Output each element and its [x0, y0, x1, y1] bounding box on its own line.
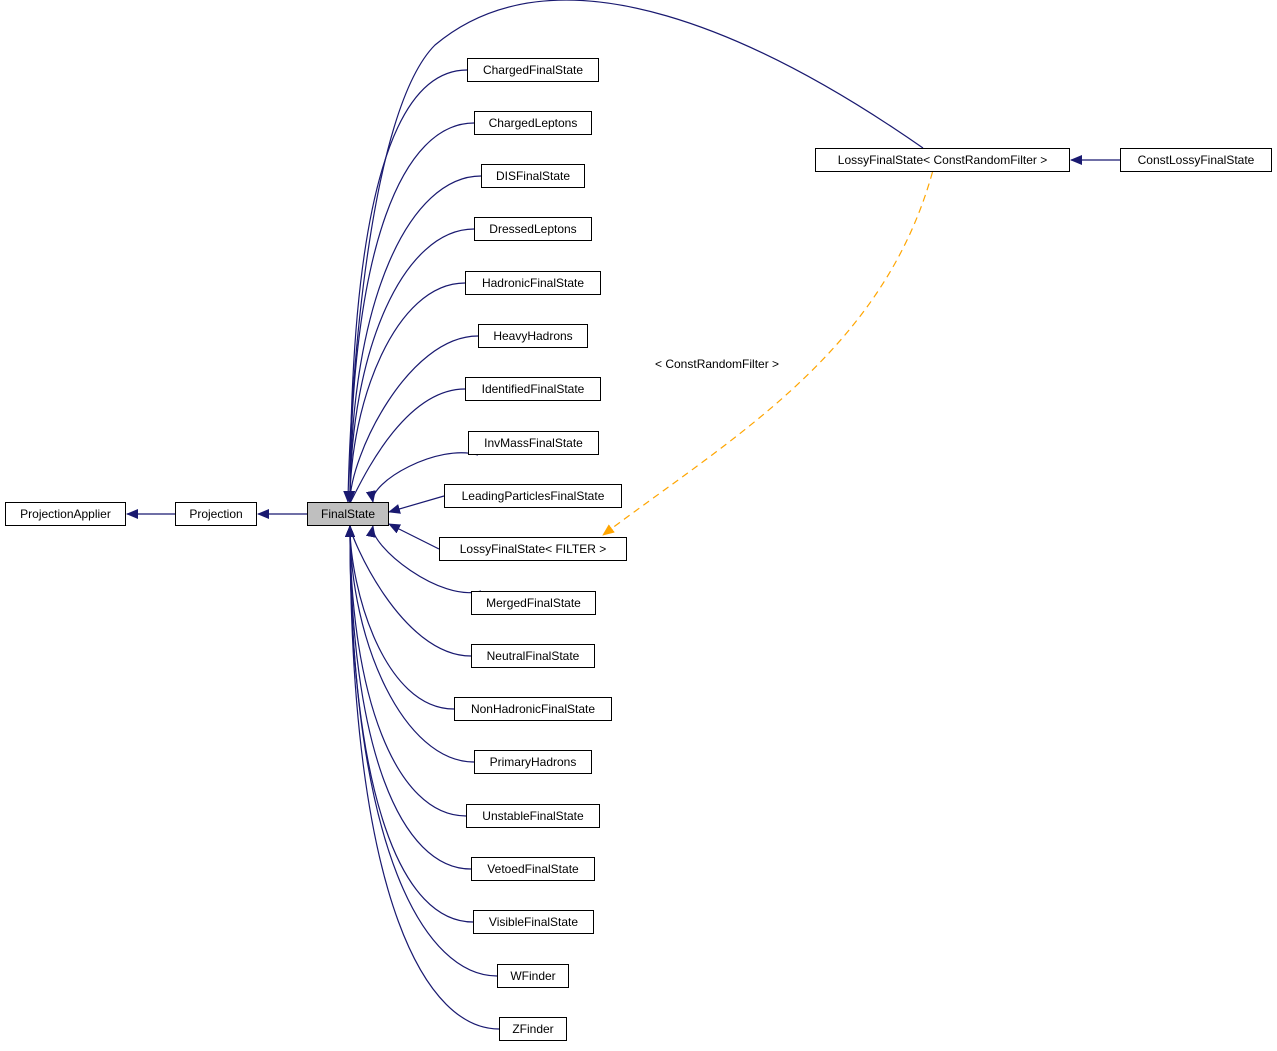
node-lossy-final-state-filter[interactable]: LossyFinalState< FILTER > — [439, 537, 627, 561]
node-hadronic-final-state[interactable]: HadronicFinalState — [465, 271, 601, 295]
node-nonhadronic-final-state[interactable]: NonHadronicFinalState — [454, 697, 612, 721]
edge-5 — [345, 228, 475, 503]
node-neutral-final-state[interactable]: NeutralFinalState — [471, 644, 595, 668]
node-zfinder[interactable]: ZFinder — [499, 1017, 567, 1041]
node-charged-leptons[interactable]: ChargedLeptons — [474, 111, 592, 135]
edge-10 — [388, 495, 445, 514]
node-identified-final-state[interactable]: IdentifiedFinalState — [465, 377, 601, 401]
node-projection-applier[interactable]: ProjectionApplier — [5, 502, 126, 526]
node-const-lossy-final-state[interactable]: ConstLossyFinalState — [1120, 148, 1272, 172]
node-charged-final-state[interactable]: ChargedFinalState — [467, 58, 599, 82]
edge-21 — [343, 0, 924, 503]
edge-3 — [345, 122, 475, 503]
edge-17 — [345, 525, 472, 870]
node-final-state[interactable]: FinalState — [307, 502, 389, 526]
edge-11 — [388, 523, 440, 550]
node-merged-final-state[interactable]: MergedFinalState — [471, 591, 596, 615]
node-wfinder[interactable]: WFinder — [497, 964, 569, 988]
node-primary-hadrons[interactable]: PrimaryHadrons — [474, 750, 592, 774]
edge-7 — [345, 335, 479, 503]
edge-23 — [602, 171, 934, 536]
node-visible-final-state[interactable]: VisibleFinalState — [473, 910, 594, 934]
edge-6 — [345, 282, 466, 503]
node-dressed-leptons[interactable]: DressedLeptons — [474, 217, 592, 241]
node-vetoed-final-state[interactable]: VetoedFinalState — [471, 857, 595, 881]
node-dis-final-state[interactable]: DISFinalState — [481, 164, 585, 188]
node-heavy-hadrons[interactable]: HeavyHadrons — [478, 324, 588, 348]
node-lossy-final-state-const-random-filter[interactable]: LossyFinalState< ConstRandomFilter > — [815, 148, 1070, 172]
node-invmass-final-state[interactable]: InvMassFinalState — [468, 431, 599, 455]
node-projection[interactable]: Projection — [175, 502, 257, 526]
node-unstable-final-state[interactable]: UnstableFinalState — [466, 804, 600, 828]
node-leading-particles-final-state[interactable]: LeadingParticlesFinalState — [444, 484, 622, 508]
template-edge-label: < ConstRandomFilter > — [655, 357, 780, 371]
edge-18 — [345, 525, 474, 923]
